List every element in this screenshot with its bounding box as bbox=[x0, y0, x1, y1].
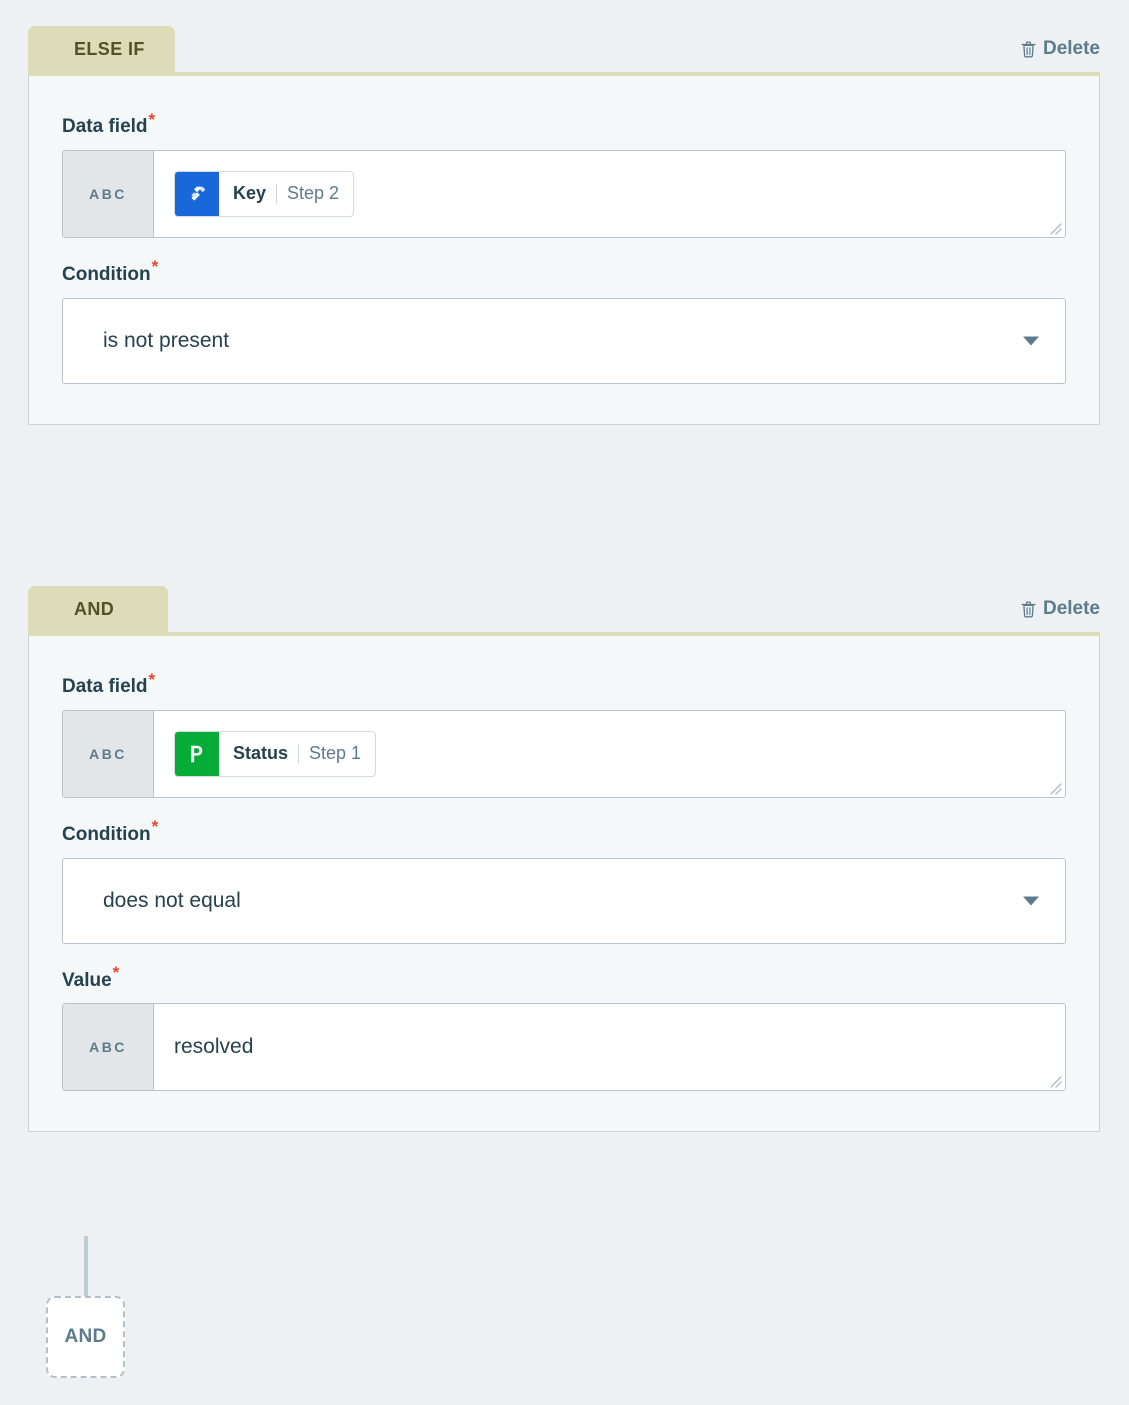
condition-select[interactable]: does not equal bbox=[62, 858, 1066, 944]
value-input[interactable]: ABC resolved bbox=[62, 1003, 1066, 1091]
jira-icon bbox=[175, 172, 219, 216]
condition-label-text: Condition bbox=[62, 264, 151, 285]
add-condition-and-button[interactable]: AND bbox=[46, 1296, 125, 1378]
value-type-prefix-abc: ABC bbox=[63, 1004, 154, 1090]
data-token-pagerduty-status[interactable]: Status Step 1 bbox=[174, 731, 376, 777]
data-token-name: Key bbox=[233, 183, 266, 204]
add-condition-and-label: AND bbox=[64, 1326, 106, 1348]
data-token-step: Step 2 bbox=[287, 183, 339, 204]
value-input-body[interactable]: resolved bbox=[154, 1004, 1065, 1090]
value-field-group: Value* ABC resolved bbox=[62, 970, 1066, 1092]
condition-field-group: Condition* does not equal bbox=[62, 824, 1066, 944]
value-label: Value* bbox=[62, 970, 1066, 993]
condition-label: Condition* bbox=[62, 824, 1066, 847]
group-tab-label: ELSE IF bbox=[74, 39, 145, 60]
data-field-input-body[interactable]: Status Step 1 bbox=[154, 711, 1065, 797]
delete-group-label: Delete bbox=[1043, 38, 1100, 60]
data-token-step: Step 1 bbox=[309, 743, 361, 764]
data-field-group: Data field* ABC bbox=[62, 676, 1066, 798]
required-asterisk: * bbox=[152, 817, 159, 836]
group-tab-and[interactable]: AND bbox=[28, 586, 168, 632]
data-token-text: Key Step 2 bbox=[219, 172, 353, 216]
delete-group-button-else-if[interactable]: Delete bbox=[1021, 38, 1100, 60]
required-asterisk: * bbox=[149, 670, 156, 689]
data-type-prefix-abc: ABC bbox=[63, 151, 154, 237]
data-token-separator bbox=[298, 744, 299, 764]
condition-select-value: is not present bbox=[103, 329, 229, 353]
pagerduty-icon bbox=[175, 732, 219, 776]
data-field-label-text: Data field bbox=[62, 116, 148, 137]
trash-icon bbox=[1021, 601, 1036, 618]
required-asterisk: * bbox=[149, 110, 156, 129]
data-token-jira-key[interactable]: Key Step 2 bbox=[174, 171, 354, 217]
resize-grip-icon[interactable] bbox=[1046, 1072, 1062, 1088]
required-asterisk: * bbox=[113, 963, 120, 982]
group-tab-else-if[interactable]: ELSE IF bbox=[28, 26, 175, 72]
condition-select-value: does not equal bbox=[103, 889, 241, 913]
data-token-text: Status Step 1 bbox=[219, 732, 375, 776]
data-token-separator bbox=[276, 184, 277, 204]
resize-grip-icon[interactable] bbox=[1046, 779, 1062, 795]
chevron-down-icon bbox=[1023, 336, 1039, 345]
data-field-input[interactable]: ABC K bbox=[62, 150, 1066, 238]
data-field-input-body[interactable]: Key Step 2 bbox=[154, 151, 1065, 237]
condition-group-and: AND Delete Data field* bbox=[28, 586, 1100, 1132]
condition-label: Condition* bbox=[62, 264, 1066, 287]
data-field-label: Data field* bbox=[62, 676, 1066, 699]
condition-select[interactable]: is not present bbox=[62, 298, 1066, 384]
delete-group-button-and[interactable]: Delete bbox=[1021, 598, 1100, 620]
value-input-text: resolved bbox=[174, 1035, 253, 1059]
condition-field-group: Condition* is not present bbox=[62, 264, 1066, 384]
data-field-group: Data field* ABC bbox=[62, 116, 1066, 238]
required-asterisk: * bbox=[152, 257, 159, 276]
condition-card-and: Data field* ABC bbox=[28, 632, 1100, 1132]
group-header-and: AND Delete bbox=[28, 586, 1100, 632]
data-token-name: Status bbox=[233, 743, 288, 764]
condition-builder: ELSE IF Delete Data field* bbox=[0, 0, 1129, 1405]
data-type-prefix-abc: ABC bbox=[63, 711, 154, 797]
condition-label-text: Condition bbox=[62, 824, 151, 845]
value-label-text: Value bbox=[62, 970, 112, 991]
delete-group-label: Delete bbox=[1043, 598, 1100, 620]
data-field-label: Data field* bbox=[62, 116, 1066, 139]
group-header-else-if: ELSE IF Delete bbox=[28, 26, 1100, 72]
data-field-label-text: Data field bbox=[62, 676, 148, 697]
data-field-input[interactable]: ABC Status bbox=[62, 710, 1066, 798]
connector-line bbox=[84, 1236, 88, 1298]
chevron-down-icon bbox=[1023, 896, 1039, 905]
group-tab-label: AND bbox=[74, 599, 114, 620]
resize-grip-icon[interactable] bbox=[1046, 219, 1062, 235]
condition-card-else-if: Data field* ABC bbox=[28, 72, 1100, 425]
condition-group-else-if: ELSE IF Delete Data field* bbox=[28, 26, 1100, 425]
trash-icon bbox=[1021, 41, 1036, 58]
